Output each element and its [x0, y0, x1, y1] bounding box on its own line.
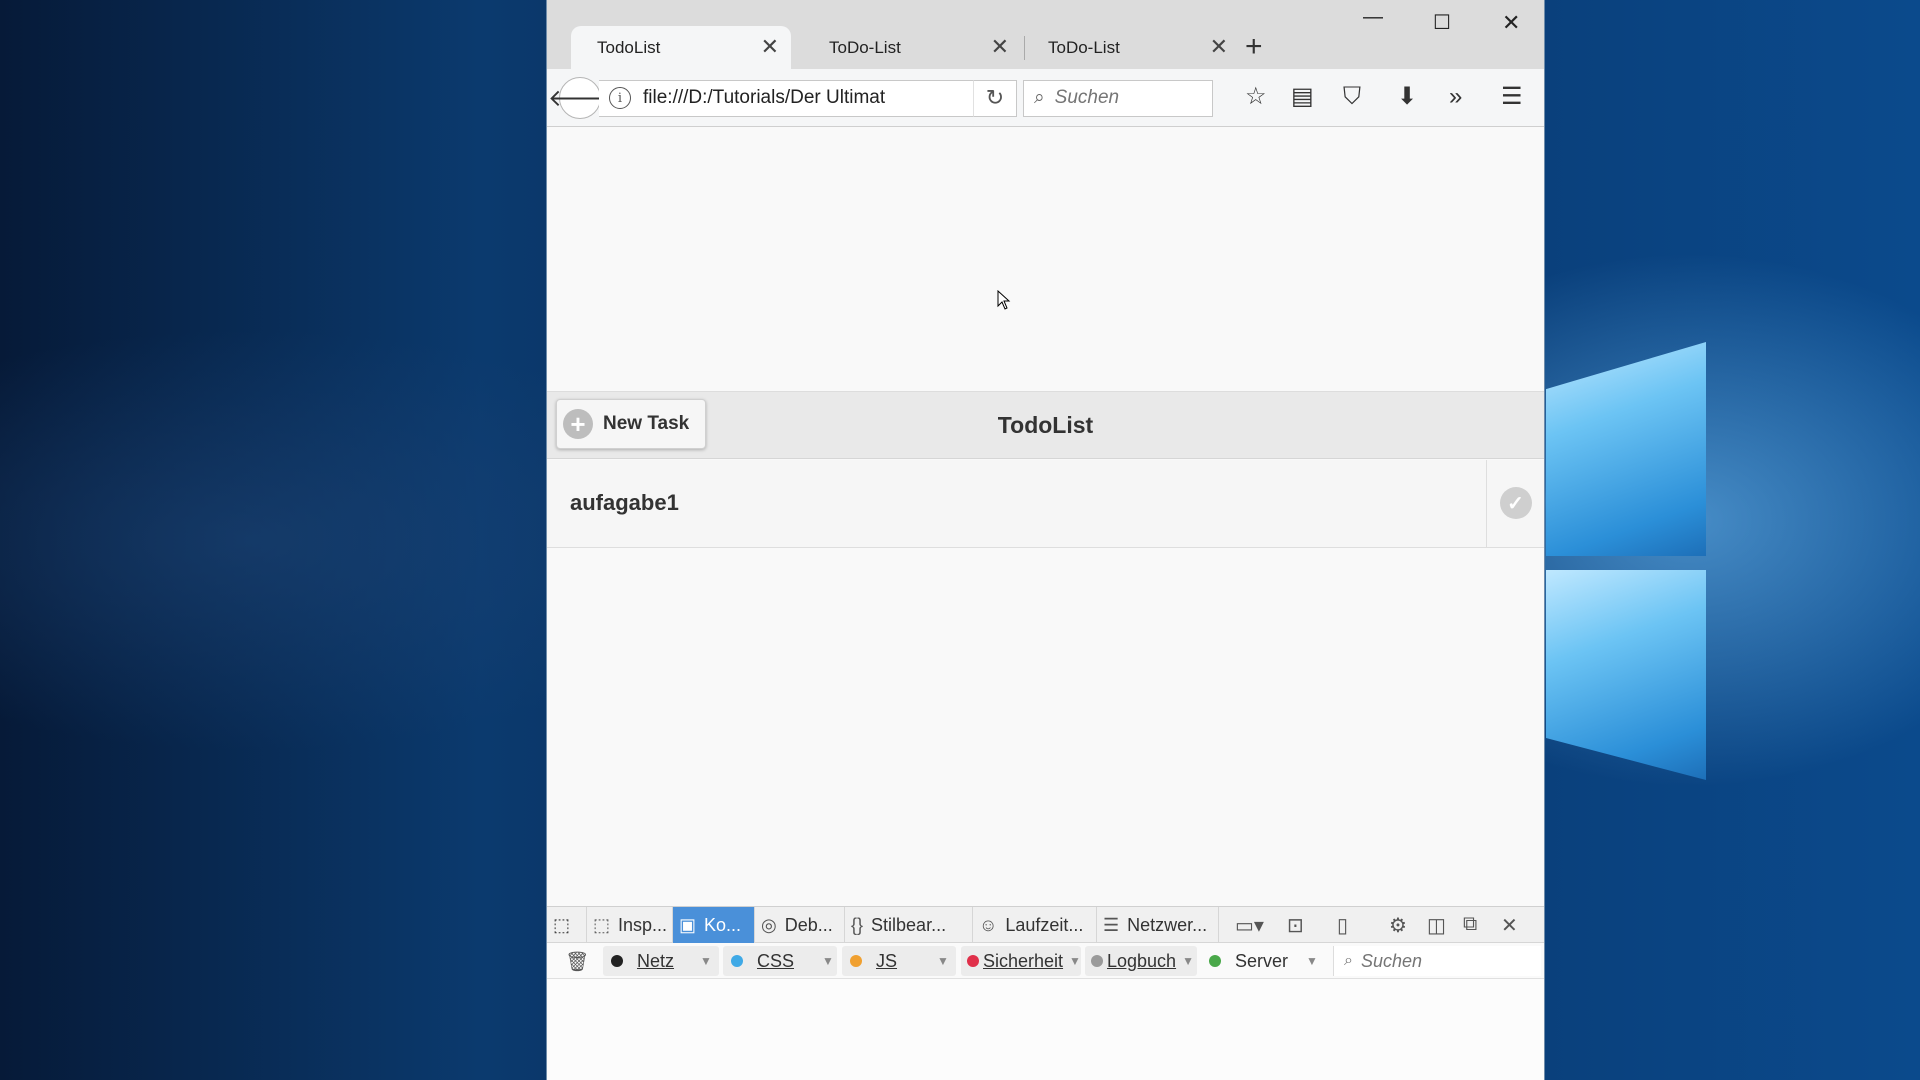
filter-label: Logbuch [1107, 950, 1177, 971]
filter-label: Netz [637, 950, 675, 971]
browser-tab-strip: TodoList ✕ ToDo-List ✕ ToDo-List ✕ + — ☐… [547, 0, 1544, 69]
filter-label: CSS [757, 950, 795, 971]
filter-label: Sicherheit [983, 950, 1064, 971]
devtools-tab-label: Deb... [784, 914, 833, 935]
overflow-chevron-icon[interactable]: » [1449, 83, 1462, 111]
style-editor-icon: {} [851, 914, 864, 935]
devtools-tab-label: Laufzeit... [1005, 914, 1084, 935]
devtools-tab-label: Insp... [618, 914, 668, 935]
devtools-tab-style-editor[interactable]: {} Stilbear... [845, 907, 973, 944]
filter-label: JS [876, 950, 898, 971]
checkmark-icon: ✓ [1499, 487, 1532, 520]
minimize-icon[interactable]: — [1363, 6, 1383, 29]
windows-logo-pane-bottom [1546, 570, 1706, 780]
filter-server[interactable]: Server ▼ [1201, 946, 1327, 976]
browser-search-input[interactable] [1054, 87, 1195, 110]
console-search-bar[interactable]: ⌕ [1333, 946, 1541, 977]
devtools-panel: ⬚ ⬚ Insp... ▣ Ko... ◎ Deb... {} Stilbear… [547, 906, 1544, 1080]
mouse-cursor-icon [997, 289, 1011, 310]
close-icon[interactable]: ✕ [761, 36, 779, 58]
browser-tab-3[interactable]: ToDo-List ✕ [1022, 26, 1240, 69]
info-icon[interactable]: i [609, 87, 631, 110]
bookmark-star-icon[interactable]: ☆ [1245, 83, 1267, 111]
maximize-icon[interactable]: ☐ [1433, 10, 1451, 35]
browser-navbar: 🡐 i file:///D:/Tutorials/Der Ultimat ↻ ⌕… [547, 68, 1544, 127]
browser-window: TodoList ✕ ToDo-List ✕ ToDo-List ✕ + — ☐… [546, 0, 1545, 1080]
dock-side-icon[interactable]: ◫ [1427, 913, 1446, 938]
chevron-down-icon[interactable]: ▼ [700, 954, 712, 968]
console-search-input[interactable] [1360, 950, 1521, 972]
devtools-tab-debugger[interactable]: ◎ Deb... [755, 907, 845, 944]
filter-logging[interactable]: Logbuch ▼ [1085, 946, 1197, 977]
download-arrow-icon[interactable]: ⬇ [1397, 83, 1417, 111]
inspector-icon: ⬚ [593, 914, 611, 935]
chevron-down-icon[interactable]: ▼ [937, 954, 949, 968]
filter-dot-icon [611, 955, 623, 968]
back-arrow-icon[interactable]: 🡐 [548, 76, 612, 119]
search-icon: ⌕ [1344, 952, 1353, 970]
filter-dot-icon [850, 955, 862, 968]
close-icon[interactable]: ✕ [1210, 36, 1228, 58]
devtools-tab-network[interactable]: ☰ Netzwer... [1097, 907, 1219, 944]
filter-css[interactable]: CSS ▼ [723, 946, 837, 977]
filter-label: Server [1235, 950, 1289, 971]
task-list-item[interactable]: aufagabe1 ✓ [547, 459, 1544, 548]
devtools-tab-console[interactable]: ▣ Ko... [673, 907, 755, 944]
chevron-down-icon[interactable]: ▼ [1306, 954, 1318, 968]
undock-window-icon[interactable]: ⧉ [1463, 913, 1477, 936]
windows-logo-pane-top [1546, 342, 1706, 556]
devtools-tab-label: Ko... [704, 914, 742, 935]
window-close-icon[interactable]: ✕ [1502, 10, 1520, 36]
layout-dropdown-icon[interactable]: ▭▾ [1235, 913, 1264, 938]
app-header: + New Task TodoList [547, 390, 1544, 459]
browser-search-bar[interactable]: ⌕ [1023, 79, 1213, 117]
console-filter-bar: 🗑 Netz ▼ CSS ▼ JS ▼ Sicherheit ▼ Logbuch… [547, 943, 1544, 980]
console-output-area[interactable] [547, 979, 1544, 1079]
filter-dot-icon [1209, 955, 1221, 968]
split-console-icon[interactable]: ⊡ [1287, 913, 1304, 938]
devtools-close-icon[interactable]: ✕ [1501, 913, 1518, 938]
filter-js[interactable]: JS ▼ [842, 946, 956, 977]
console-icon: ▣ [679, 914, 697, 935]
chevron-down-icon[interactable]: ▼ [1069, 954, 1081, 968]
tab-title: TodoList [597, 37, 661, 57]
search-icon: ⌕ [1034, 87, 1045, 109]
tab-title: ToDo-List [829, 37, 901, 57]
devtools-tab-label: Stilbear... [871, 914, 947, 935]
app-title: TodoList [997, 411, 1094, 438]
page-content: + New Task TodoList aufagabe1 ✓ [547, 126, 1544, 907]
pocket-icon[interactable]: ⛉ [1343, 83, 1361, 111]
task-label: aufagabe1 [570, 489, 679, 515]
url-bar[interactable]: i file:///D:/Tutorials/Der Ultimat [599, 79, 975, 117]
url-text[interactable]: file:///D:/Tutorials/Der Ultimat [643, 87, 943, 109]
responsive-design-icon[interactable]: ▯ [1337, 913, 1348, 938]
network-icon: ☰ [1103, 914, 1120, 935]
filter-security[interactable]: Sicherheit ▼ [961, 946, 1081, 977]
browser-tab-1[interactable]: TodoList ✕ [571, 26, 791, 69]
filter-dot-icon [967, 955, 979, 968]
trash-icon[interactable]: 🗑 [565, 950, 589, 974]
new-tab-plus-icon[interactable]: + [1245, 30, 1263, 64]
devtools-toolbar: ⬚ ⬚ Insp... ▣ Ko... ◎ Deb... {} Stilbear… [547, 907, 1544, 944]
settings-gear-icon[interactable]: ⚙ [1389, 913, 1407, 938]
filter-dot-icon [731, 955, 743, 968]
performance-icon: ☺ [979, 914, 998, 935]
task-complete-button[interactable]: ✓ [1486, 459, 1544, 547]
bookmarks-list-icon[interactable]: ▤ [1291, 83, 1314, 111]
devtools-tab-inspector[interactable]: ⬚ Insp... [587, 907, 673, 944]
filter-dot-icon [1091, 955, 1103, 968]
devtools-tab-performance[interactable]: ☺ Laufzeit... [973, 907, 1097, 944]
close-icon[interactable]: ✕ [991, 36, 1009, 58]
devtools-tab-label: Netzwer... [1127, 914, 1208, 935]
chevron-down-icon[interactable]: ▼ [1182, 954, 1194, 968]
chevron-down-icon[interactable]: ▼ [822, 954, 834, 968]
debugger-icon: ◎ [761, 914, 777, 935]
filter-net[interactable]: Netz ▼ [603, 946, 719, 977]
element-picker-icon[interactable]: ⬚ [547, 907, 587, 944]
hamburger-menu-icon[interactable]: ☰ [1501, 83, 1523, 111]
tab-title: ToDo-List [1048, 37, 1120, 57]
reload-icon[interactable]: ↻ [973, 79, 1017, 117]
browser-tab-2[interactable]: ToDo-List ✕ [803, 26, 1025, 69]
